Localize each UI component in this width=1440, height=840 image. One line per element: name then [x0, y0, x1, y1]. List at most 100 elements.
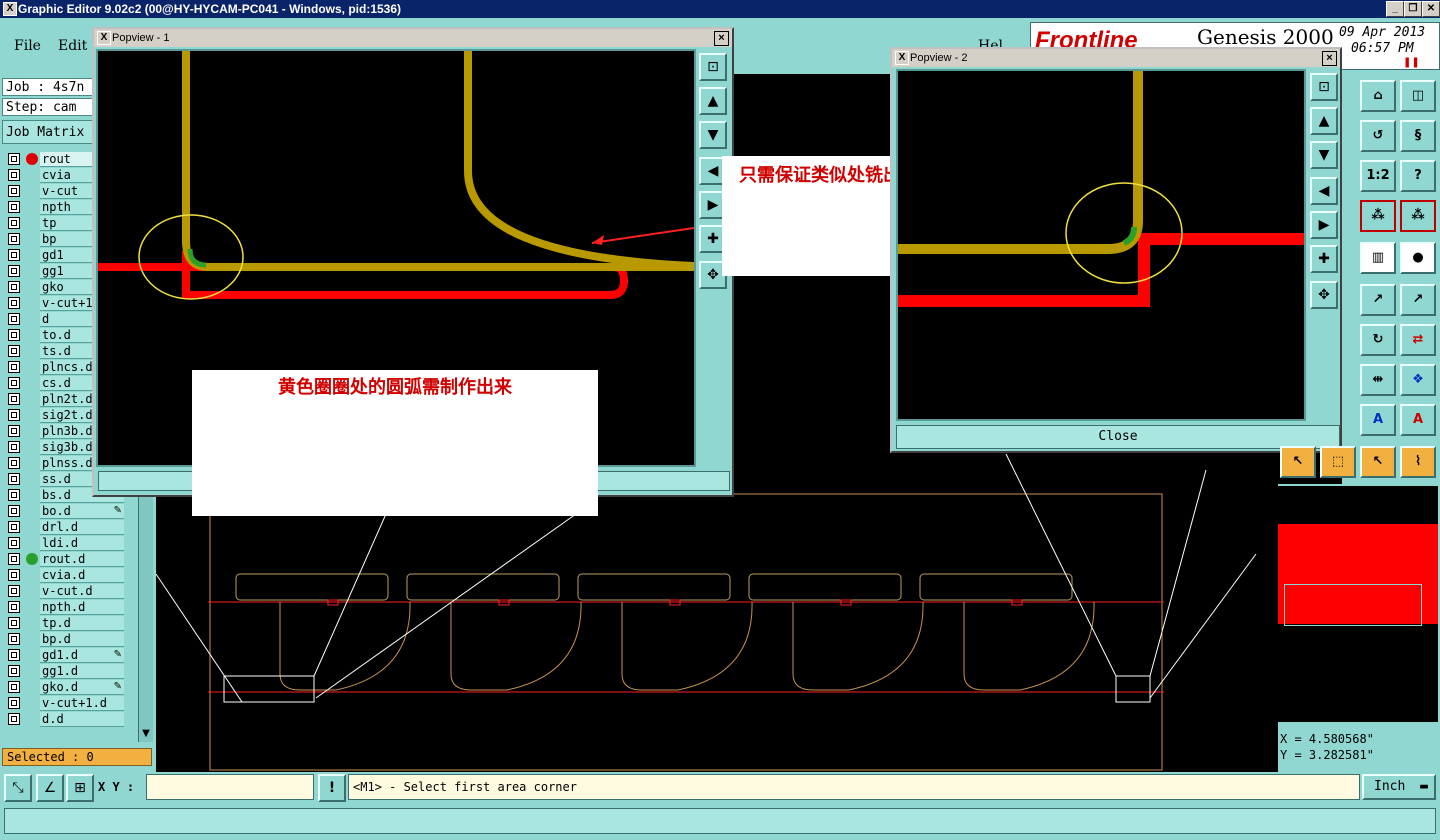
- layer-row-ldi.d[interactable]: ldi.d: [4, 536, 124, 551]
- layer-checkbox[interactable]: [8, 553, 20, 565]
- layer-checkbox[interactable]: [8, 201, 20, 213]
- layer-checkbox[interactable]: [8, 681, 20, 693]
- layer-checkbox[interactable]: [8, 633, 20, 645]
- layer-checkbox[interactable]: [8, 169, 20, 181]
- window-layout-icon[interactable]: ◫: [1400, 80, 1436, 112]
- layer-checkbox[interactable]: [8, 665, 20, 677]
- layer-row-npth.d[interactable]: npth.d: [4, 600, 124, 615]
- layer-checkbox[interactable]: [8, 361, 20, 373]
- layer-row-cvia.d[interactable]: cvia.d: [4, 568, 124, 583]
- close-button[interactable]: ✕: [1422, 1, 1440, 17]
- layer-checkbox[interactable]: [8, 457, 20, 469]
- layer-checkbox[interactable]: [8, 585, 20, 597]
- select-arrow-icon[interactable]: ↖: [1280, 446, 1316, 478]
- ruler-icon[interactable]: ▥: [1360, 242, 1396, 274]
- zoom-in-icon[interactable]: ✚: [1310, 245, 1338, 273]
- layer-row-tp.d[interactable]: tp.d: [4, 616, 124, 631]
- pan-down-icon[interactable]: ▼: [1310, 141, 1338, 169]
- layer-checkbox[interactable]: [8, 697, 20, 709]
- layer-row-bp.d[interactable]: bp.d: [4, 632, 124, 647]
- layer-checkbox[interactable]: [8, 601, 20, 613]
- layer-checkbox[interactable]: [8, 649, 20, 661]
- layer-checkbox[interactable]: [8, 313, 20, 325]
- grid-icon[interactable]: ⊞: [66, 774, 94, 802]
- popview-2-close-button[interactable]: Close: [896, 425, 1340, 449]
- layer-checkbox[interactable]: [8, 473, 20, 485]
- overview-canvas[interactable]: [1278, 486, 1438, 722]
- layer-row-v-cut.d[interactable]: v-cut.d: [4, 584, 124, 599]
- popview-1-close-icon[interactable]: ×: [714, 31, 729, 46]
- home-icon[interactable]: ⌂: [1360, 80, 1396, 112]
- layer-checkbox[interactable]: [8, 505, 20, 517]
- layer-checkbox[interactable]: [8, 425, 20, 437]
- layer-checkbox[interactable]: [8, 377, 20, 389]
- layer-row-gd1.d[interactable]: gd1.d ✎: [4, 648, 124, 663]
- pan-left-icon[interactable]: ◀: [1310, 177, 1338, 205]
- layer-checkbox[interactable]: [8, 489, 20, 501]
- menu-file[interactable]: File: [14, 38, 41, 54]
- resize-icon[interactable]: ⇹: [1360, 364, 1396, 396]
- layer-checkbox[interactable]: [8, 217, 20, 229]
- pan-down-icon[interactable]: ▼: [699, 121, 727, 149]
- units-dropdown[interactable]: Inch ▬: [1362, 774, 1436, 800]
- measure-angle-icon[interactable]: ∠: [36, 774, 64, 802]
- scroll-down-icon[interactable]: ▼: [139, 728, 153, 742]
- layer-checkbox[interactable]: [8, 409, 20, 421]
- popview-2-canvas[interactable]: [896, 69, 1306, 421]
- layer-row-gg1.d[interactable]: gg1.d: [4, 664, 124, 679]
- zoom-area-icon[interactable]: ⤡: [4, 774, 32, 802]
- minimize-button[interactable]: _: [1386, 1, 1404, 17]
- zoom-out-icon[interactable]: ✥: [1310, 281, 1338, 309]
- text-a-2-icon[interactable]: A: [1400, 404, 1436, 436]
- text-a-icon[interactable]: A: [1360, 404, 1396, 436]
- layer-checkbox[interactable]: [8, 537, 20, 549]
- layer-checkbox[interactable]: [8, 281, 20, 293]
- layer-compare-2-icon[interactable]: ⁂: [1400, 200, 1436, 232]
- layer-checkbox[interactable]: [8, 249, 20, 261]
- snap-icon[interactable]: §: [1400, 120, 1436, 152]
- undo-icon[interactable]: ↺: [1360, 120, 1396, 152]
- layer-checkbox[interactable]: [8, 185, 20, 197]
- layer-checkbox[interactable]: [8, 617, 20, 629]
- pan-up-icon[interactable]: ▲: [699, 87, 727, 115]
- layer-checkbox[interactable]: [8, 569, 20, 581]
- pause-icon[interactable]: ❚❚: [1403, 57, 1420, 68]
- layer-row-v-cut+1.d[interactable]: v-cut+1.d: [4, 696, 124, 711]
- help-icon[interactable]: ?: [1400, 160, 1436, 192]
- pad-icon[interactable]: ●: [1400, 242, 1436, 274]
- pan-up-icon[interactable]: ▲: [1310, 107, 1338, 135]
- rotate-icon[interactable]: ↻: [1360, 324, 1396, 356]
- layer-checkbox[interactable]: [8, 265, 20, 277]
- zoom-fit-icon[interactable]: ⊡: [699, 53, 727, 81]
- layer-row-drl.d[interactable]: drl.d: [4, 520, 124, 535]
- menu-edit[interactable]: Edit: [58, 38, 87, 54]
- layer-row-rout.d[interactable]: rout.d: [4, 552, 124, 567]
- zoom-fit-icon[interactable]: ⊡: [1310, 73, 1338, 101]
- layer-row-d.d[interactable]: d.d: [4, 712, 124, 727]
- layer-checkbox[interactable]: [8, 233, 20, 245]
- layer-checkbox[interactable]: [8, 153, 20, 165]
- select-box-icon[interactable]: ⬚: [1320, 446, 1356, 478]
- job-matrix-button[interactable]: Job Matrix: [2, 120, 94, 144]
- overview-view-box[interactable]: [1284, 584, 1422, 626]
- shapes-icon[interactable]: ❖: [1400, 364, 1436, 396]
- scale-icon[interactable]: 1:2: [1360, 160, 1396, 192]
- layer-checkbox[interactable]: [8, 393, 20, 405]
- select-pointer-icon[interactable]: ↖: [1360, 446, 1396, 478]
- pan-right-icon[interactable]: ▶: [1310, 211, 1338, 239]
- layer-compare-icon[interactable]: ⁂: [1360, 200, 1396, 232]
- measure-2-icon[interactable]: ↗: [1400, 284, 1436, 316]
- measure-icon[interactable]: ↗: [1360, 284, 1396, 316]
- layer-row-gko.d[interactable]: gko.d ✎: [4, 680, 124, 695]
- route-edit-icon[interactable]: ⌇: [1400, 446, 1436, 478]
- layer-checkbox[interactable]: [8, 329, 20, 341]
- popview-2-close-icon[interactable]: ×: [1322, 51, 1337, 66]
- layer-checkbox[interactable]: [8, 345, 20, 357]
- layer-row-bo.d[interactable]: bo.d ✎: [4, 504, 124, 519]
- xy-input[interactable]: [146, 774, 314, 800]
- layer-checkbox[interactable]: [8, 521, 20, 533]
- restore-button[interactable]: ❐: [1404, 1, 1422, 17]
- mirror-icon[interactable]: ⇄: [1400, 324, 1436, 356]
- layer-checkbox[interactable]: [8, 713, 20, 725]
- layer-checkbox[interactable]: [8, 297, 20, 309]
